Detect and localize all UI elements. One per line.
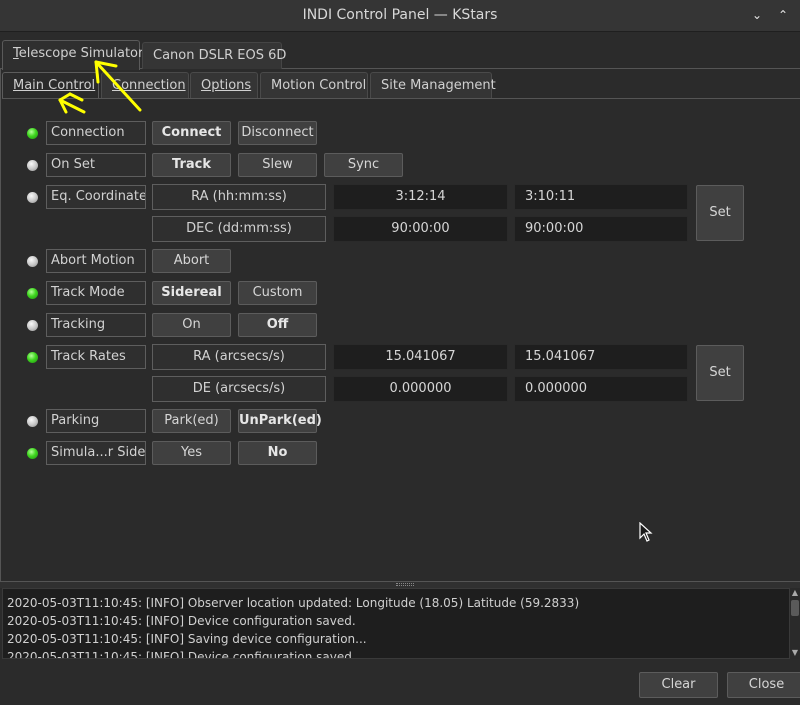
track-mode-status-light bbox=[27, 288, 38, 299]
track-rates-label: Track Rates bbox=[46, 345, 146, 369]
maximize-icon[interactable]: ⌃ bbox=[774, 6, 792, 24]
window-title: INDI Control Panel — KStars bbox=[302, 7, 498, 23]
device-tabbar: Telescope Simulator Canon DSLR EOS 6D bbox=[0, 40, 800, 70]
tab-main-control[interactable]: Main Control bbox=[2, 72, 99, 99]
de-rate-label: DE (arcsecs/s) bbox=[152, 376, 326, 402]
abort-button[interactable]: Abort bbox=[152, 249, 231, 273]
sim-side-status-light bbox=[27, 448, 38, 459]
clear-button[interactable]: Clear bbox=[639, 672, 718, 698]
splitter-grip-icon[interactable] bbox=[396, 583, 414, 586]
track-mode-label: Track Mode bbox=[46, 281, 146, 305]
eq-coordinates-set-button[interactable]: Set bbox=[696, 185, 744, 241]
sidereal-button[interactable]: Sidereal bbox=[152, 281, 231, 305]
ra-rate-label: RA (arcsecs/s) bbox=[152, 344, 326, 370]
tab-site-management[interactable]: Site Management bbox=[370, 72, 496, 99]
mouse-cursor-icon bbox=[639, 522, 653, 542]
connection-label: Connection bbox=[46, 121, 146, 145]
log-line: 2020-05-03T11:10:45: [INFO] Observer loc… bbox=[7, 596, 580, 610]
track-button[interactable]: Track bbox=[152, 153, 231, 177]
unpark-button[interactable]: UnPark(ed) bbox=[238, 409, 322, 433]
abort-motion-label: Abort Motion bbox=[46, 249, 146, 273]
custom-button[interactable]: Custom bbox=[238, 281, 317, 305]
scroll-down-icon[interactable]: ▼ bbox=[790, 648, 800, 658]
sim-side-label: Simula...r Side bbox=[46, 441, 146, 465]
eq-coordinates-label: Eq. Coordinates bbox=[46, 185, 146, 209]
connect-button[interactable]: Connect bbox=[152, 121, 231, 145]
parking-status-light bbox=[27, 416, 38, 427]
tab-options[interactable]: Options bbox=[190, 72, 258, 99]
on-set-status-light bbox=[27, 160, 38, 171]
ra-label: RA (hh:mm:ss) bbox=[152, 184, 326, 210]
dec-target-field[interactable]: 90:00:00 bbox=[514, 216, 688, 242]
ra-value: 3:12:14 bbox=[333, 184, 508, 210]
parking-label: Parking bbox=[46, 409, 146, 433]
track-rates-set-button[interactable]: Set bbox=[696, 345, 744, 401]
sync-button[interactable]: Sync bbox=[324, 153, 403, 177]
track-rates-status-light bbox=[27, 352, 38, 363]
tab-canon-dslr-label: Canon DSLR EOS 6D bbox=[153, 48, 287, 63]
tab-options-label: Options bbox=[201, 78, 252, 93]
on-set-label: On Set bbox=[46, 153, 146, 177]
ra-rate-value: 15.041067 bbox=[333, 344, 508, 370]
ra-target-field[interactable]: 3:10:11 bbox=[514, 184, 688, 210]
scroll-up-icon[interactable]: ▲ bbox=[790, 588, 800, 598]
scroll-thumb[interactable] bbox=[791, 600, 799, 616]
abort-motion-status-light bbox=[27, 256, 38, 267]
tab-connection[interactable]: Connection bbox=[101, 72, 189, 99]
park-button[interactable]: Park(ed) bbox=[152, 409, 231, 433]
sim-side-no-button[interactable]: No bbox=[238, 441, 317, 465]
log-panel[interactable]: 2020-05-03T11:10:45: [INFO] Observer loc… bbox=[2, 588, 790, 659]
tab-telescope-simulator-label: elescope Simulator bbox=[18, 46, 144, 61]
tracking-status-light bbox=[27, 320, 38, 331]
connection-status-light bbox=[27, 128, 38, 139]
clear-button-label: Clear bbox=[661, 677, 696, 692]
dec-label: DEC (dd:mm:ss) bbox=[152, 216, 326, 242]
tab-site-management-label: Site Management bbox=[381, 78, 496, 93]
window-titlebar: INDI Control Panel — KStars ⌄ ⌃ bbox=[0, 0, 800, 32]
minimize-icon[interactable]: ⌄ bbox=[748, 6, 766, 24]
slew-button[interactable]: Slew bbox=[238, 153, 317, 177]
tab-canon-dslr[interactable]: Canon DSLR EOS 6D bbox=[142, 42, 286, 69]
tab-main-control-label: Main Control bbox=[13, 78, 96, 93]
tracking-on-button[interactable]: On bbox=[152, 313, 231, 337]
de-rate-field[interactable]: 0.000000 bbox=[514, 376, 688, 402]
close-button-label: Close bbox=[748, 677, 785, 692]
tab-motion-control-label: Motion Control bbox=[271, 78, 367, 93]
tracking-off-button[interactable]: Off bbox=[238, 313, 317, 337]
tracking-label: Tracking bbox=[46, 313, 146, 337]
log-line: 2020-05-03T11:10:45: [INFO] Device confi… bbox=[7, 614, 356, 628]
tab-connection-label: Connection bbox=[112, 78, 186, 93]
ra-rate-field[interactable]: 15.041067 bbox=[514, 344, 688, 370]
dec-value: 90:00:00 bbox=[333, 216, 508, 242]
eq-coordinates-status-light bbox=[27, 192, 38, 203]
log-line: 2020-05-03T11:10:45: [INFO] Device confi… bbox=[7, 650, 356, 659]
tab-motion-control[interactable]: Motion Control bbox=[260, 72, 368, 99]
close-button[interactable]: Close bbox=[727, 672, 800, 698]
sim-side-yes-button[interactable]: Yes bbox=[152, 441, 231, 465]
group-tabbar: Main Control Connection Options Motion C… bbox=[2, 72, 800, 99]
disconnect-button[interactable]: Disconnect bbox=[238, 121, 317, 145]
log-scrollbar[interactable]: ▲ ▼ bbox=[790, 588, 800, 659]
log-line: 2020-05-03T11:10:45: [INFO] Saving devic… bbox=[7, 632, 367, 646]
tab-telescope-simulator[interactable]: Telescope Simulator bbox=[2, 40, 143, 70]
de-rate-value: 0.000000 bbox=[333, 376, 508, 402]
